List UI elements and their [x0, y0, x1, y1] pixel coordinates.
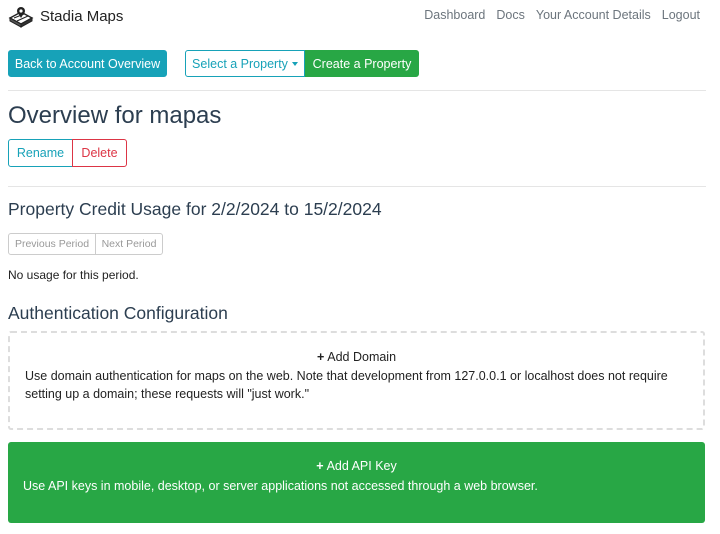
- nav-link-account-details[interactable]: Your Account Details: [536, 8, 651, 22]
- add-domain-description: Use domain authentication for maps on th…: [25, 369, 668, 401]
- divider: [8, 186, 706, 187]
- add-api-key-label: Add API Key: [326, 459, 397, 473]
- auth-section-title: Authentication Configuration: [8, 303, 228, 323]
- nav-link-docs[interactable]: Docs: [496, 8, 524, 22]
- delete-button[interactable]: Delete: [72, 139, 127, 167]
- navbar: Stadia Maps Dashboard Docs Your Account …: [0, 0, 720, 34]
- page-title: Overview for mapas: [8, 102, 222, 129]
- add-api-key-heading: + Add API Key: [8, 459, 705, 473]
- select-property-dropdown[interactable]: Select a Property: [185, 50, 305, 77]
- add-api-key-card[interactable]: + Add API Key Use API keys in mobile, des…: [8, 442, 705, 523]
- nav-link-dashboard[interactable]: Dashboard: [424, 8, 485, 22]
- plus-icon: +: [316, 350, 325, 364]
- back-to-account-overview-button[interactable]: Back to Account Overview: [8, 50, 167, 77]
- nav-link-logout[interactable]: Logout: [662, 8, 700, 22]
- stadia-logo-icon: [8, 7, 34, 28]
- no-usage-text: No usage for this period.: [8, 268, 139, 282]
- add-api-key-description: Use API keys in mobile, desktop, or serv…: [23, 479, 538, 493]
- nav-links: Dashboard Docs Your Account Details Logo…: [424, 8, 700, 22]
- create-property-button[interactable]: Create a Property: [305, 50, 419, 77]
- brand-link[interactable]: Stadia Maps: [8, 4, 123, 28]
- plus-icon: +: [316, 459, 324, 473]
- previous-period-button[interactable]: Previous Period: [8, 233, 96, 255]
- divider: [8, 90, 706, 91]
- rename-button[interactable]: Rename: [8, 139, 73, 167]
- brand-name: Stadia Maps: [40, 7, 124, 25]
- add-domain-heading: + Add Domain: [10, 350, 703, 364]
- add-domain-label: Add Domain: [327, 350, 397, 364]
- select-property-label: Select a Property: [192, 56, 288, 71]
- add-domain-card[interactable]: + Add Domain Use domain authentication fo…: [8, 331, 705, 430]
- next-period-button[interactable]: Next Period: [95, 233, 163, 255]
- usage-section-title: Property Credit Usage for 2/2/2024 to 15…: [8, 199, 382, 219]
- caret-down-icon: [291, 61, 298, 66]
